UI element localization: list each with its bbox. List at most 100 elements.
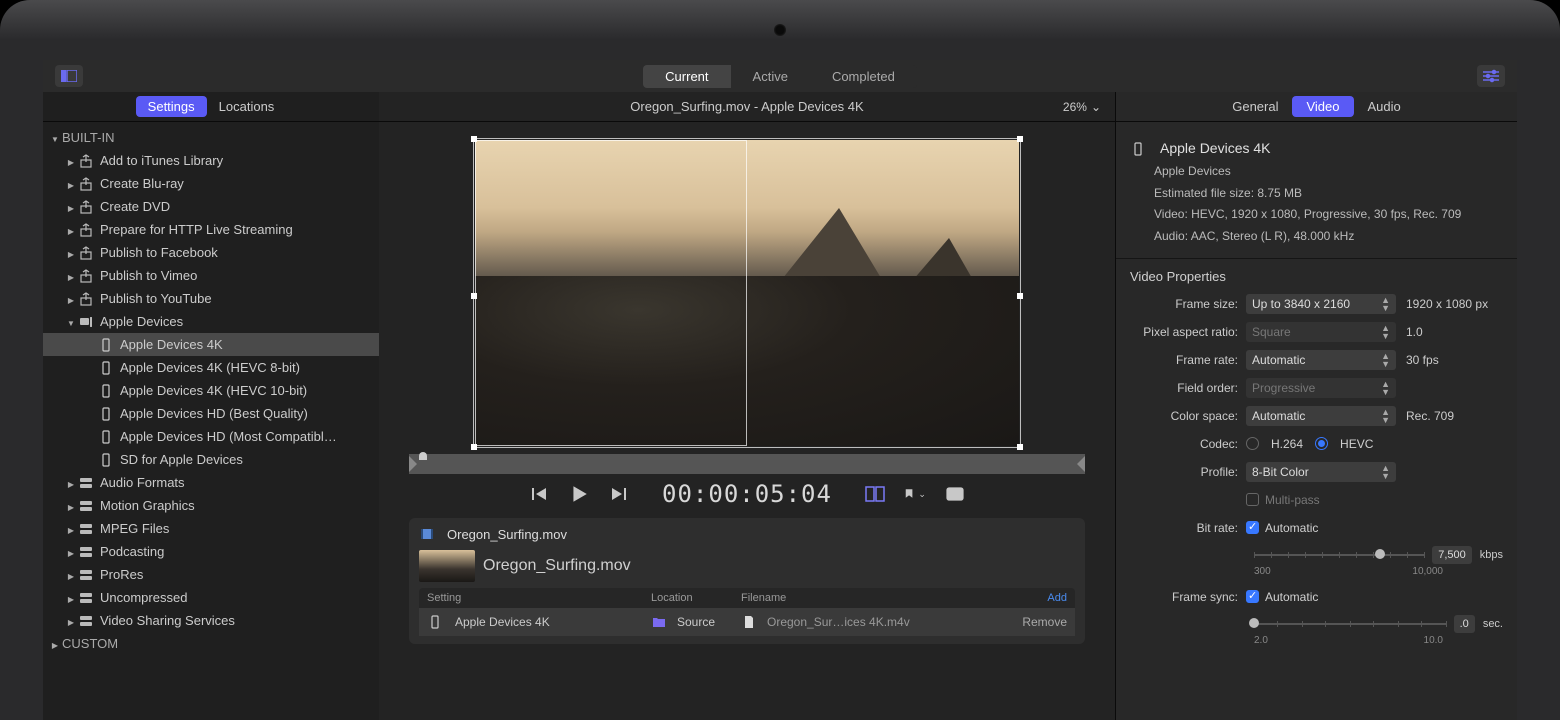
phone-icon: [98, 429, 114, 445]
batch-row[interactable]: Apple Devices 4K Source Oregon_Sur…ices …: [419, 608, 1075, 636]
codec-radio-h264[interactable]: [1246, 437, 1259, 450]
folder-icon: [651, 614, 667, 630]
tree-item-label: Apple Devices 4K: [120, 337, 223, 352]
codec-label: Codec:: [1130, 437, 1246, 451]
tree-group-custom: CUSTOM: [62, 636, 118, 651]
codec-radio-hevc[interactable]: [1315, 437, 1328, 450]
disclosure-triangle-icon[interactable]: [49, 130, 61, 145]
disclosure-triangle-icon[interactable]: [49, 636, 61, 651]
cs-select[interactable]: Automatic▲▼: [1246, 406, 1396, 426]
share-icon: [78, 291, 94, 307]
sidebar-toggle-button[interactable]: [55, 65, 83, 87]
fps-select[interactable]: Automatic▲▼: [1246, 350, 1396, 370]
inspector-summary: Apple Devices 4K Apple Devices Estimated…: [1116, 122, 1517, 259]
tree-item-label: Uncompressed: [100, 590, 187, 605]
tree-item-label: Publish to Facebook: [100, 245, 218, 260]
file-icon: [741, 614, 757, 630]
play-button[interactable]: [568, 483, 590, 505]
compare-button[interactable]: [864, 483, 886, 505]
frame-size-select[interactable]: Up to 3840 x 2160▲▼: [1246, 294, 1396, 314]
bitrate-label: Bit rate:: [1130, 521, 1246, 535]
disclosure-triangle-icon[interactable]: [65, 245, 77, 260]
disclosure-triangle-icon[interactable]: [65, 567, 77, 582]
next-frame-button[interactable]: [608, 483, 630, 505]
add-button[interactable]: Add: [1047, 592, 1067, 604]
stack-icon: [78, 613, 94, 629]
cs-label: Color space:: [1130, 409, 1246, 423]
fsync-slider[interactable]: [1254, 615, 1446, 633]
share-icon: [78, 222, 94, 238]
inspector-tab-audio[interactable]: Audio: [1354, 96, 1415, 117]
timeline-scrubber[interactable]: [409, 454, 1085, 474]
phone-icon: [98, 383, 114, 399]
share-icon: [78, 268, 94, 284]
frame-size-value: 1920 x 1080 px: [1396, 297, 1503, 311]
profile-label: Profile:: [1130, 465, 1246, 479]
par-value: 1.0: [1396, 325, 1503, 339]
remove-button[interactable]: Remove: [1022, 615, 1067, 629]
playhead[interactable]: [419, 452, 427, 460]
tree-item-label: Publish to Vimeo: [100, 268, 197, 283]
summary-audio: Audio: AAC, Stereo (L R), 48.000 kHz: [1154, 226, 1503, 248]
tree-item-label: Add to iTunes Library: [100, 153, 223, 168]
tree-item-label: Apple Devices: [100, 314, 183, 329]
disclosure-triangle-icon[interactable]: [65, 314, 77, 329]
disclosure-triangle-icon[interactable]: [65, 222, 77, 237]
tab-current[interactable]: Current: [643, 65, 730, 88]
batch-item[interactable]: Oregon_Surfing.mov: [419, 550, 1075, 582]
captions-button[interactable]: [944, 483, 966, 505]
field-select: Progressive▲▼: [1246, 378, 1396, 398]
bitrate-slider[interactable]: [1254, 546, 1424, 564]
batch-panel: Oregon_Surfing.mov Oregon_Surfing.mov Se…: [409, 518, 1085, 644]
disclosure-triangle-icon[interactable]: [65, 613, 77, 628]
tree-item-label: Apple Devices HD (Most Compatibl…: [120, 429, 337, 444]
disclosure-triangle-icon[interactable]: [65, 199, 77, 214]
tree-item-label: Video Sharing Services: [100, 613, 235, 628]
disclosure-triangle-icon[interactable]: [65, 544, 77, 559]
fsync-field[interactable]: .0: [1454, 615, 1475, 633]
preview-canvas[interactable]: [475, 140, 1019, 446]
fsync-label: Frame sync:: [1130, 590, 1246, 604]
sidebar-tab-settings[interactable]: Settings: [136, 96, 207, 117]
disclosure-triangle-icon[interactable]: [65, 521, 77, 536]
disclosure-triangle-icon[interactable]: [65, 475, 77, 490]
disclosure-triangle-icon[interactable]: [65, 153, 77, 168]
tab-active[interactable]: Active: [731, 65, 810, 88]
chevron-down-icon: ⌄: [1091, 100, 1101, 114]
sidebar-tab-locations[interactable]: Locations: [207, 96, 287, 117]
bitrate-auto-checkbox[interactable]: [1246, 521, 1259, 534]
inspector-tab-video[interactable]: Video: [1292, 96, 1353, 117]
profile-select[interactable]: 8-Bit Color▲▼: [1246, 462, 1396, 482]
tree-item-label: Apple Devices 4K (HEVC 10-bit): [120, 383, 307, 398]
phone-icon: [98, 360, 114, 376]
tree-item-label: Create Blu-ray: [100, 176, 184, 191]
inspector-tab-general[interactable]: General: [1218, 96, 1292, 117]
bitrate-field[interactable]: 7,500: [1432, 546, 1472, 564]
stack-icon: [78, 475, 94, 491]
disclosure-triangle-icon[interactable]: [65, 590, 77, 605]
frame-size-label: Frame size:: [1130, 297, 1246, 311]
fps-label: Frame rate:: [1130, 353, 1246, 367]
multipass-checkbox[interactable]: [1246, 493, 1259, 506]
phone-icon: [1130, 141, 1146, 157]
tree-item-label: Podcasting: [100, 544, 164, 559]
prev-frame-button[interactable]: [528, 483, 550, 505]
zoom-dropdown[interactable]: 26%⌄: [1063, 100, 1101, 114]
disclosure-triangle-icon[interactable]: [65, 498, 77, 513]
stack-icon: [78, 567, 94, 583]
timecode-display[interactable]: 00:00:05:04: [662, 480, 832, 508]
par-label: Pixel aspect ratio:: [1130, 325, 1246, 339]
tree-item-label: SD for Apple Devices: [120, 452, 243, 467]
share-icon: [78, 245, 94, 261]
phone-icon: [98, 406, 114, 422]
preferences-button[interactable]: [1477, 65, 1505, 87]
marker-dropdown[interactable]: ⌄: [904, 483, 926, 505]
disclosure-triangle-icon[interactable]: [65, 176, 77, 191]
disclosure-triangle-icon[interactable]: [65, 268, 77, 283]
tab-completed[interactable]: Completed: [810, 65, 917, 88]
settings-tree[interactable]: BUILT-IN Add to iTunes Library Create Bl…: [43, 122, 379, 720]
cs-value: Rec. 709: [1396, 409, 1503, 423]
tree-item-label: MPEG Files: [100, 521, 169, 536]
disclosure-triangle-icon[interactable]: [65, 291, 77, 306]
fsync-auto-checkbox[interactable]: [1246, 590, 1259, 603]
